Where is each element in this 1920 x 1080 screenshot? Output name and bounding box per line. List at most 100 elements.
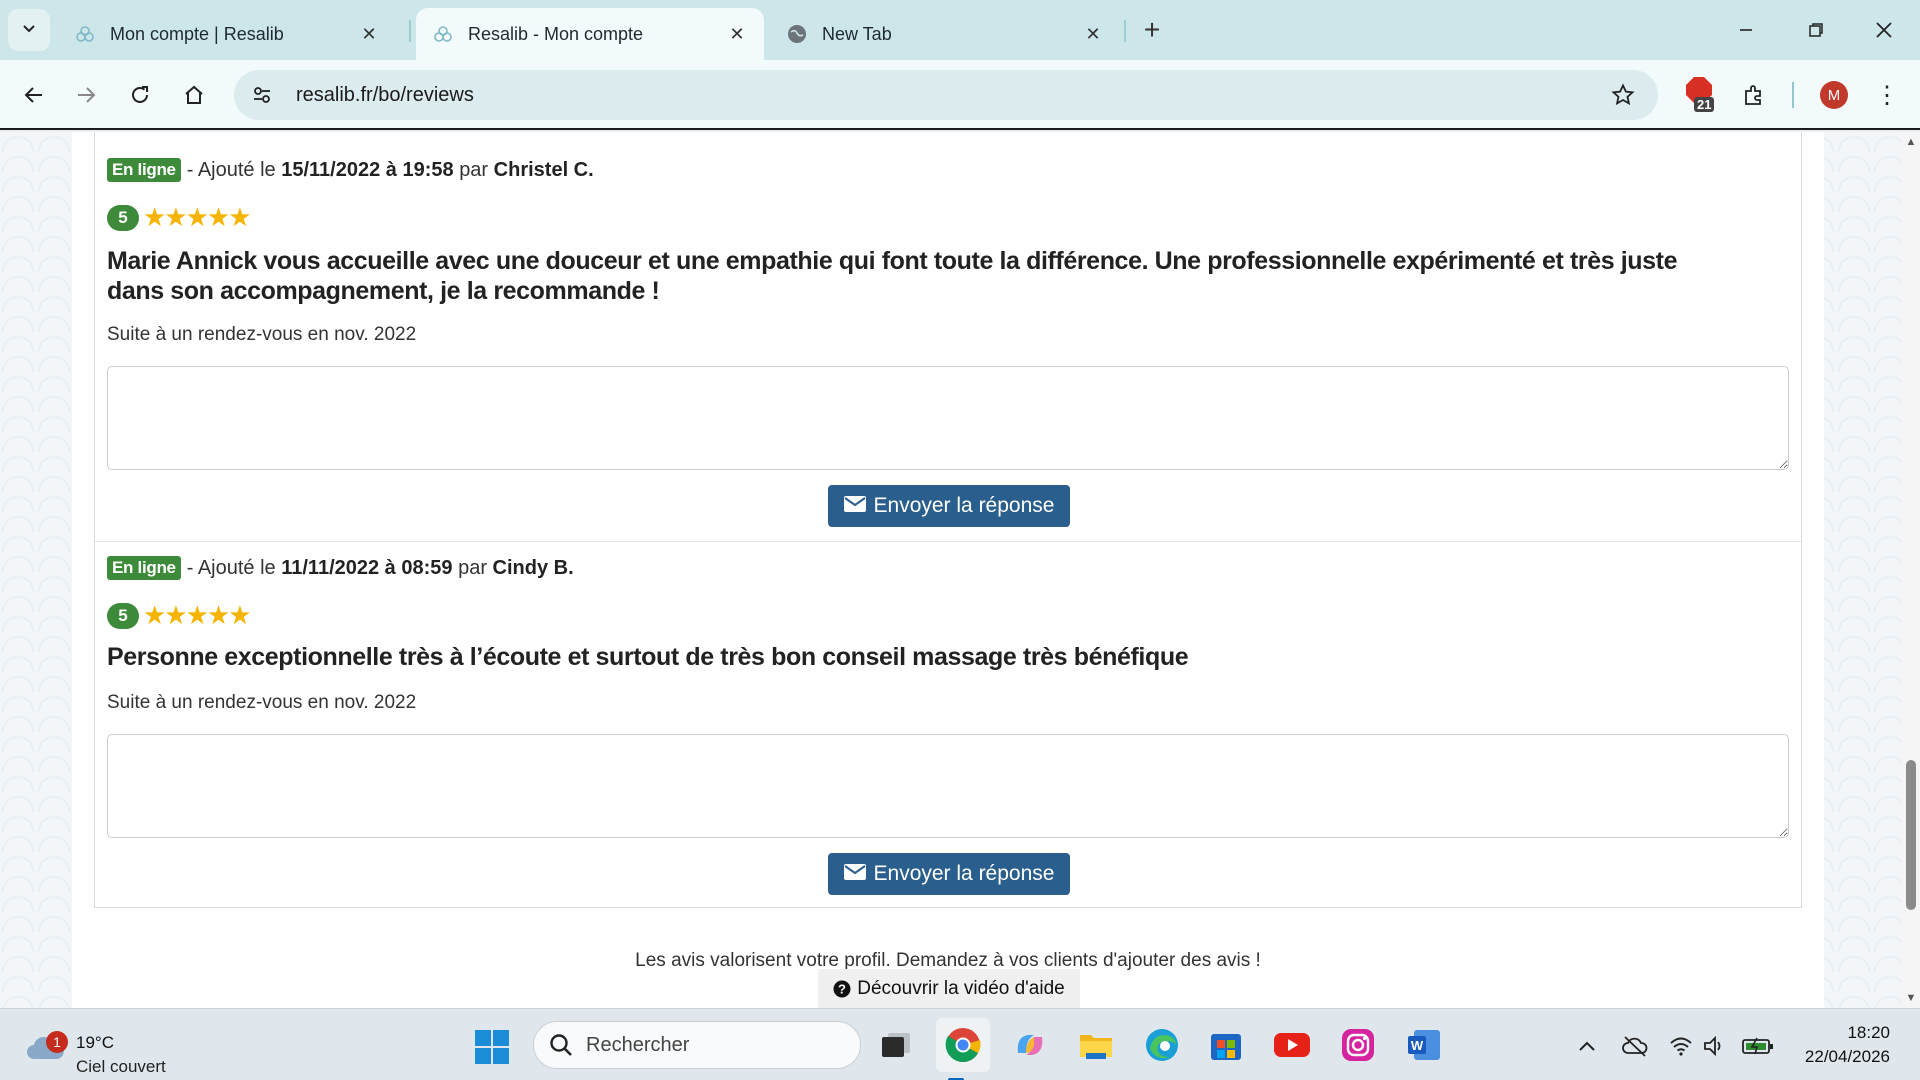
new-tab-plus-icon[interactable]: +: [1136, 14, 1168, 46]
rating-score-badge: 5: [107, 602, 139, 629]
help-video-label: Découvrir la vidéo d'aide: [857, 978, 1065, 999]
file-explorer-icon[interactable]: [1076, 1025, 1116, 1065]
review-text: Marie Annick vous accueille avec une dou…: [107, 247, 1678, 305]
window-close-icon[interactable]: [1866, 12, 1902, 48]
microsoft-store-icon[interactable]: [1206, 1025, 1246, 1065]
tab-title: Resalib - Mon compte: [468, 23, 644, 44]
scrollbar-thumb[interactable]: [1906, 760, 1916, 910]
reviews-list: En ligne - Ajouté le 15/11/2022 à 19:58 …: [94, 132, 1802, 908]
weather-condition: Ciel couvert: [76, 1057, 166, 1076]
copilot-icon[interactable]: [1010, 1025, 1050, 1065]
tab-title: Mon compte | Resalib: [110, 23, 284, 44]
resalib-favicon-icon: [74, 23, 96, 45]
tab-mon-compte-resalib[interactable]: Mon compte | Resalib ✕: [58, 8, 396, 60]
weather-temperature: 19°C: [76, 1033, 114, 1052]
review-item: En ligne - Ajouté le 11/11/2022 à 08:59 …: [95, 541, 1801, 908]
site-settings-icon[interactable]: [244, 77, 280, 113]
browser-menu-icon[interactable]: ⋮: [1872, 77, 1902, 113]
reply-textarea[interactable]: [107, 366, 1789, 470]
svg-text:W: W: [1411, 1038, 1424, 1053]
envelope-icon: [843, 494, 866, 518]
close-icon[interactable]: ✕: [358, 23, 380, 45]
review-text: Personne exceptionnelle très à l’écoute …: [107, 643, 1189, 671]
send-reply-label: Envoyer la réponse: [873, 862, 1055, 885]
extensions-puzzle-icon[interactable]: [1736, 77, 1772, 113]
url-text[interactable]: resalib.fr/bo/reviews: [296, 84, 474, 107]
search-placeholder: Rechercher: [586, 1033, 690, 1056]
bookmark-star-icon[interactable]: [1608, 80, 1638, 110]
restore-icon[interactable]: [1798, 12, 1834, 48]
help-video-button[interactable]: ? Découvrir la vidéo d'aide: [818, 969, 1080, 1008]
clock-time: 18:20: [1847, 1023, 1890, 1042]
envelope-icon: [843, 862, 866, 886]
windows-taskbar: 1 19°C Ciel couvert Rechercher W 18:20 2…: [0, 1008, 1920, 1080]
added-prefix: - Ajouté le: [186, 556, 276, 579]
tab-new-tab[interactable]: New Tab ✕: [770, 8, 1120, 60]
tab-search-button[interactable]: [8, 9, 50, 51]
task-view-icon[interactable]: [876, 1025, 916, 1065]
chevron-down-icon: [21, 20, 37, 41]
chrome-icon[interactable]: [936, 1018, 990, 1080]
review-item: En ligne - Ajouté le 15/11/2022 à 19:58 …: [95, 132, 1801, 541]
scroll-up-arrow-icon[interactable]: ▲: [1905, 136, 1917, 148]
reload-icon[interactable]: [122, 77, 158, 113]
battery-charging-icon[interactable]: [1742, 1033, 1774, 1059]
minimize-icon[interactable]: [1728, 12, 1764, 48]
weather-notification-badge: 1: [46, 1031, 68, 1053]
status-badge: En ligne: [107, 158, 181, 182]
send-reply-button[interactable]: Envoyer la réponse: [828, 485, 1070, 527]
windows-start-icon[interactable]: [474, 1029, 510, 1065]
close-icon[interactable]: ✕: [1082, 23, 1104, 45]
review-author: Christel C.: [493, 158, 594, 181]
extension-badge-count: 21: [1694, 97, 1715, 112]
rating-score-badge: 5: [107, 204, 139, 231]
send-reply-button[interactable]: Envoyer la réponse: [828, 853, 1070, 895]
review-rating: 5 ★★★★★: [107, 202, 252, 233]
review-date: 11/11/2022 à 08:59: [281, 556, 453, 579]
youtube-icon[interactable]: [1272, 1025, 1312, 1065]
search-icon: [548, 1032, 574, 1058]
page-viewport: En ligne - Ajouté le 15/11/2022 à 19:58 …: [0, 132, 1902, 1008]
adblock-extension-icon[interactable]: 21: [1684, 75, 1724, 115]
home-icon[interactable]: [176, 77, 212, 113]
review-visit-info: Suite à un rendez-vous en nov. 2022: [107, 324, 417, 345]
review-visit-info: Suite à un rendez-vous en nov. 2022: [107, 692, 417, 713]
tab-divider: [1124, 20, 1126, 42]
edge-icon[interactable]: [1142, 1025, 1182, 1065]
star-rating-icon: ★★★★★: [143, 202, 252, 232]
by-label: par: [458, 556, 487, 579]
close-icon[interactable]: ✕: [726, 23, 748, 45]
scroll-down-arrow-icon[interactable]: ▼: [1905, 992, 1917, 1004]
review-rating: 5 ★★★★★: [107, 600, 252, 631]
status-badge: En ligne: [107, 556, 181, 580]
instagram-icon[interactable]: [1338, 1025, 1378, 1065]
forward-arrow-icon[interactable]: [68, 77, 104, 113]
word-icon[interactable]: W: [1404, 1025, 1444, 1065]
tab-resalib-mon-compte[interactable]: Resalib - Mon compte ✕: [416, 8, 764, 60]
toolbar-divider: [1792, 82, 1794, 108]
tab-divider: [409, 20, 411, 42]
weather-widget[interactable]: 1 19°C Ciel couvert: [26, 1021, 186, 1076]
taskbar-search[interactable]: Rechercher: [533, 1021, 861, 1069]
address-bar[interactable]: resalib.fr/bo/reviews: [234, 70, 1658, 120]
wifi-icon[interactable]: [1668, 1033, 1694, 1059]
profile-avatar[interactable]: M: [1820, 81, 1848, 109]
reviews-page-content: En ligne - Ajouté le 15/11/2022 à 19:58 …: [72, 132, 1824, 1008]
onedrive-offline-icon[interactable]: [1622, 1033, 1648, 1059]
clock-date: 22/04/2026: [1804, 1047, 1890, 1066]
volume-icon[interactable]: [1702, 1033, 1728, 1059]
reply-textarea[interactable]: [107, 734, 1789, 838]
resalib-favicon-icon: [432, 23, 454, 45]
review-meta: En ligne - Ajouté le 15/11/2022 à 19:58 …: [107, 158, 594, 182]
question-circle-icon: ?: [833, 980, 851, 998]
by-label: par: [459, 158, 489, 181]
svg-text:?: ?: [838, 982, 846, 997]
system-clock[interactable]: 18:20 22/04/2026: [1790, 1021, 1890, 1069]
tab-title: New Tab: [822, 23, 892, 44]
globe-icon: [786, 23, 808, 45]
page-scrollbar[interactable]: ▲ ▼: [1902, 132, 1920, 1008]
chevron-up-icon[interactable]: [1574, 1033, 1600, 1059]
send-reply-label: Envoyer la réponse: [873, 494, 1055, 517]
review-meta: En ligne - Ajouté le 11/11/2022 à 08:59 …: [107, 556, 574, 580]
back-arrow-icon[interactable]: [16, 77, 52, 113]
